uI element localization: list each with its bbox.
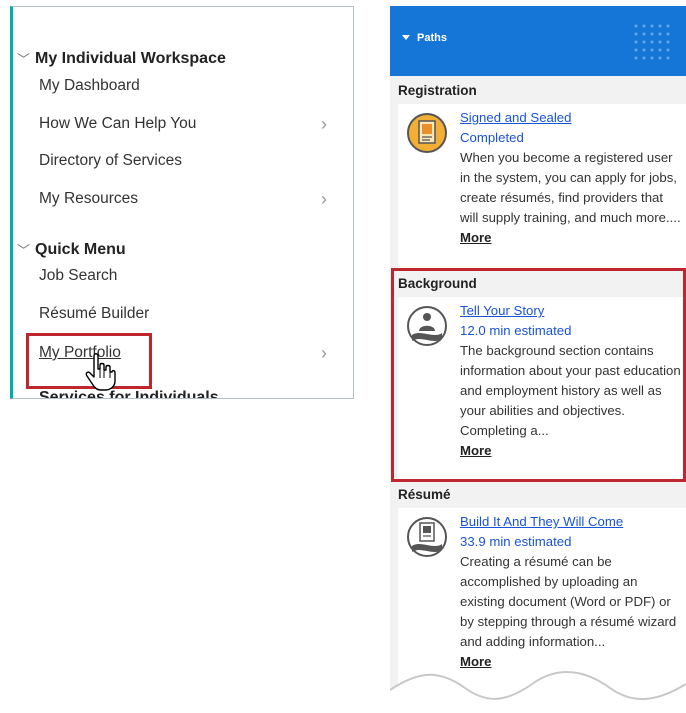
section-heading: My Individual Workspace bbox=[35, 49, 226, 67]
path-card-registration: Signed and Sealed Completed When you bec… bbox=[398, 104, 686, 268]
navigation-menu: ﹀ My Individual Workspace My Dashboard H… bbox=[10, 6, 354, 399]
chevron-right-icon: › bbox=[321, 188, 327, 209]
path-card-background: Tell Your Story 12.0 min estimated The b… bbox=[398, 297, 686, 481]
menu-item-job-search[interactable]: Job Search bbox=[39, 261, 339, 291]
section-heading: Quick Menu bbox=[35, 240, 126, 258]
menu-item-resume-builder[interactable]: Résumé Builder bbox=[39, 299, 339, 329]
menu-item-label: My Dashboard bbox=[39, 77, 140, 94]
menu-item-label: Job Search bbox=[39, 267, 118, 284]
card-title-link[interactable]: Build It And They Will Come bbox=[460, 512, 682, 532]
chevron-down-icon: ﹀ bbox=[17, 243, 31, 258]
card-title-link[interactable]: Tell Your Story bbox=[460, 301, 682, 321]
person-story-icon bbox=[407, 306, 447, 346]
paths-header[interactable]: Paths bbox=[390, 6, 686, 76]
card-body: Tell Your Story 12.0 min estimated The b… bbox=[460, 301, 682, 461]
menu-item-cut-off[interactable]: Services for Individuals bbox=[39, 389, 219, 398]
menu-item-how-we-can-help-you[interactable]: How We Can Help You › bbox=[39, 109, 339, 139]
card-description: The background section contains informat… bbox=[460, 343, 681, 438]
more-link[interactable]: More bbox=[460, 230, 492, 245]
category-heading: Background bbox=[398, 276, 477, 291]
collapse-triangle-icon[interactable] bbox=[402, 35, 410, 40]
category-heading: Registration bbox=[398, 83, 477, 98]
card-body: Signed and Sealed Completed When you bec… bbox=[460, 108, 682, 248]
card-description: When you become a registered user in the… bbox=[460, 150, 681, 225]
card-description: Creating a résumé can be accomplished by… bbox=[460, 554, 677, 649]
card-status: 33.9 min estimated bbox=[460, 534, 572, 549]
menu-item-my-dashboard[interactable]: My Dashboard bbox=[39, 71, 339, 101]
menu-item-label: My Resources bbox=[39, 190, 139, 207]
chevron-down-icon: ﹀ bbox=[17, 52, 31, 67]
paths-panel: Paths Registration Signed and Sealed Com… bbox=[390, 6, 686, 713]
card-title-link[interactable]: Signed and Sealed bbox=[460, 108, 682, 128]
more-link[interactable]: More bbox=[460, 654, 492, 669]
resume-document-icon bbox=[407, 517, 447, 557]
chevron-right-icon: › bbox=[321, 113, 327, 134]
card-status: 12.0 min estimated bbox=[460, 323, 572, 338]
menu-item-my-resources[interactable]: My Resources › bbox=[39, 184, 339, 214]
menu-item-label: Résumé Builder bbox=[39, 305, 150, 322]
menu-item-directory-of-services[interactable]: Directory of Services bbox=[39, 146, 339, 176]
paths-header-title: Paths bbox=[417, 32, 447, 44]
hand-pointer-cursor-icon bbox=[85, 353, 116, 391]
section-quick-menu[interactable]: ﹀ Quick Menu bbox=[17, 240, 126, 259]
card-status: Completed bbox=[460, 130, 524, 145]
path-card-resume: Build It And They Will Come 33.9 min est… bbox=[398, 508, 686, 713]
menu-item-label: Directory of Services bbox=[39, 152, 182, 169]
section-my-individual-workspace[interactable]: ﹀ My Individual Workspace bbox=[17, 49, 226, 68]
more-link[interactable]: More bbox=[460, 443, 492, 458]
chevron-right-icon: › bbox=[321, 342, 327, 363]
menu-item-label: How We Can Help You bbox=[39, 115, 197, 132]
dot-grid-decoration-icon bbox=[632, 22, 672, 62]
category-heading: Résumé bbox=[398, 487, 451, 502]
card-body: Build It And They Will Come 33.9 min est… bbox=[460, 512, 682, 672]
certificate-icon bbox=[407, 113, 447, 153]
